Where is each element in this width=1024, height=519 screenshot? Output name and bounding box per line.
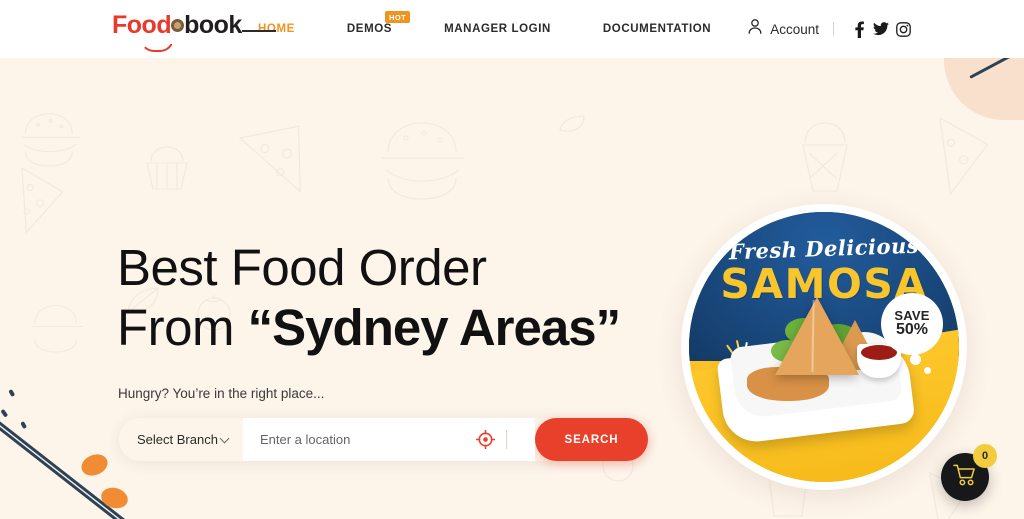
branch-select[interactable]: Select Branch (119, 418, 243, 461)
header-right-cluster: Account (747, 0, 914, 58)
promo-circle: Fresh Delicious SAMOSA SAVE 50% (689, 212, 959, 482)
save-badge-dot-1 (910, 354, 921, 365)
nav-item-home[interactable]: HOME (242, 23, 295, 35)
logo-smile-icon (140, 38, 174, 52)
cart-button[interactable]: 0 (941, 444, 997, 501)
location-field-wrap (243, 418, 535, 461)
location-input[interactable] (260, 419, 475, 460)
nav-item-documentation[interactable]: DOCUMENTATION (603, 23, 711, 35)
hero-search-bar: Select Branch SEARCH (119, 418, 648, 461)
site-logo[interactable]: Food book (112, 11, 242, 52)
save-badge: SAVE 50% (881, 293, 943, 355)
instagram-icon[interactable] (892, 21, 914, 37)
cart-icon (953, 464, 977, 491)
site-header: Food book HOME DEMOS HOT MANAGER LOGIN DO… (0, 0, 1024, 58)
samosa-primary (775, 297, 859, 375)
headline-prefix: From (117, 299, 248, 356)
hero-subtext: Hungry? You’re in the right place... (118, 386, 325, 401)
facebook-icon[interactable] (848, 20, 870, 38)
save-badge-dot-2 (924, 367, 931, 374)
user-icon (747, 18, 763, 40)
logo-donut-icon (171, 18, 185, 32)
nav-active-indicator (242, 30, 276, 32)
logo-wordmark: Food book (112, 11, 242, 52)
nav-item-demos-label: DEMOS (346, 23, 393, 35)
nav-item-demos[interactable]: DEMOS HOT (346, 11, 411, 35)
main-navigation: HOME DEMOS HOT MANAGER LOGIN DOCUMENTATI… (242, 0, 711, 58)
logo-text-book: book (184, 11, 242, 39)
nav-item-home-label: HOME (258, 23, 295, 35)
search-divider (506, 430, 507, 449)
promo-image: Fresh Delicious SAMOSA SAVE 50% (681, 204, 967, 490)
save-badge-line2: 50% (895, 321, 929, 339)
save-badge-line1: SAVE (894, 307, 930, 323)
search-button[interactable]: SEARCH (535, 418, 648, 461)
cart-count-badge: 0 (973, 444, 997, 468)
twitter-icon[interactable] (870, 22, 892, 36)
logo-text-food: Food (112, 11, 172, 39)
account-button[interactable]: Account (747, 18, 819, 40)
account-label: Account (770, 21, 819, 37)
branch-select-label: Select Branch (137, 432, 218, 447)
nav-item-manager-login-label: MANAGER LOGIN (444, 23, 551, 35)
headline-line-2: From “Sydney Areas” (117, 298, 621, 358)
nav-hot-badge: HOT (385, 11, 411, 23)
hero-section: Best Food Order From “Sydney Areas” Hung… (0, 58, 1024, 519)
header-divider (833, 22, 834, 36)
chevron-down-icon (219, 433, 230, 443)
headline-line-1: Best Food Order (117, 239, 487, 296)
page-root: Food book HOME DEMOS HOT MANAGER LOGIN DO… (0, 0, 1024, 519)
page-title: Best Food Order From “Sydney Areas” (117, 178, 621, 418)
headline-accent: “Sydney Areas” (247, 299, 621, 356)
nav-item-documentation-label: DOCUMENTATION (602, 23, 712, 35)
geolocation-target-icon[interactable] (475, 429, 496, 450)
nav-item-manager-login[interactable]: MANAGER LOGIN (444, 23, 551, 35)
